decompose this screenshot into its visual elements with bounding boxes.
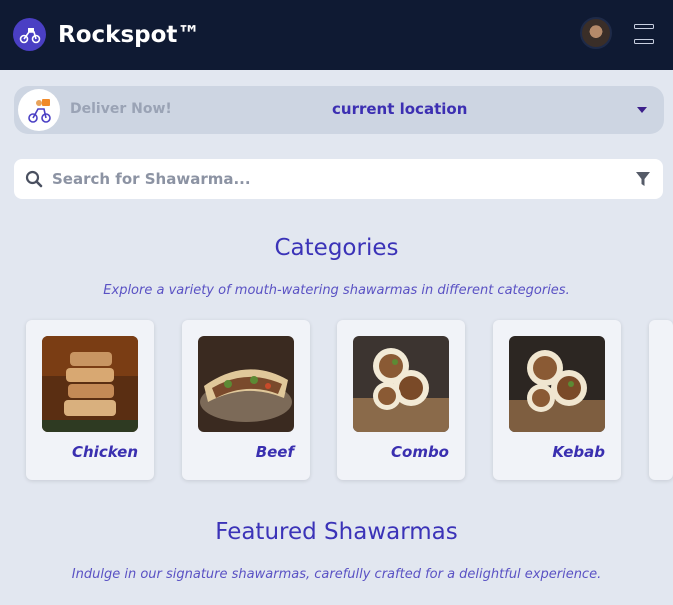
search-bar	[14, 159, 663, 199]
filter-icon[interactable]	[635, 171, 651, 187]
kebab-shawarma-image	[509, 336, 605, 432]
category-card-partial[interactable]	[649, 320, 673, 480]
deliver-now-label: Deliver Now!	[70, 101, 172, 117]
category-card-kebab[interactable]: Kebab	[493, 320, 621, 480]
categories-title: Categories	[274, 235, 399, 261]
menu-icon[interactable]	[634, 24, 654, 44]
chicken-shawarma-image	[42, 336, 138, 432]
location-select[interactable]: current location	[332, 100, 467, 118]
categories-subtitle: Explore a variety of mouth-watering shaw…	[103, 283, 570, 298]
category-label: Beef	[255, 443, 294, 461]
featured-subtitle: Indulge in our signature shawarmas, care…	[71, 567, 602, 582]
category-label: Kebab	[552, 443, 605, 461]
user-avatar[interactable]	[580, 17, 612, 49]
caret-down-icon[interactable]	[637, 107, 647, 113]
delivery-location-bar[interactable]: Deliver Now! current location	[14, 86, 664, 134]
category-label: Chicken	[71, 443, 138, 461]
category-card-combo[interactable]: Combo	[337, 320, 465, 480]
combo-shawarma-image	[353, 336, 449, 432]
scooter-logo-icon[interactable]	[13, 18, 46, 51]
beef-shawarma-image	[198, 336, 294, 432]
category-label: Combo	[391, 443, 449, 461]
app-title: Rockspot™	[58, 22, 201, 48]
delivery-rider-icon	[18, 89, 60, 131]
category-card-beef[interactable]: Beef	[182, 320, 310, 480]
top-navbar: Rockspot™	[0, 0, 673, 70]
search-icon	[25, 170, 43, 188]
featured-title: Featured Shawarmas	[215, 519, 458, 545]
category-card-chicken[interactable]: Chicken	[26, 320, 154, 480]
search-input[interactable]	[52, 166, 622, 192]
